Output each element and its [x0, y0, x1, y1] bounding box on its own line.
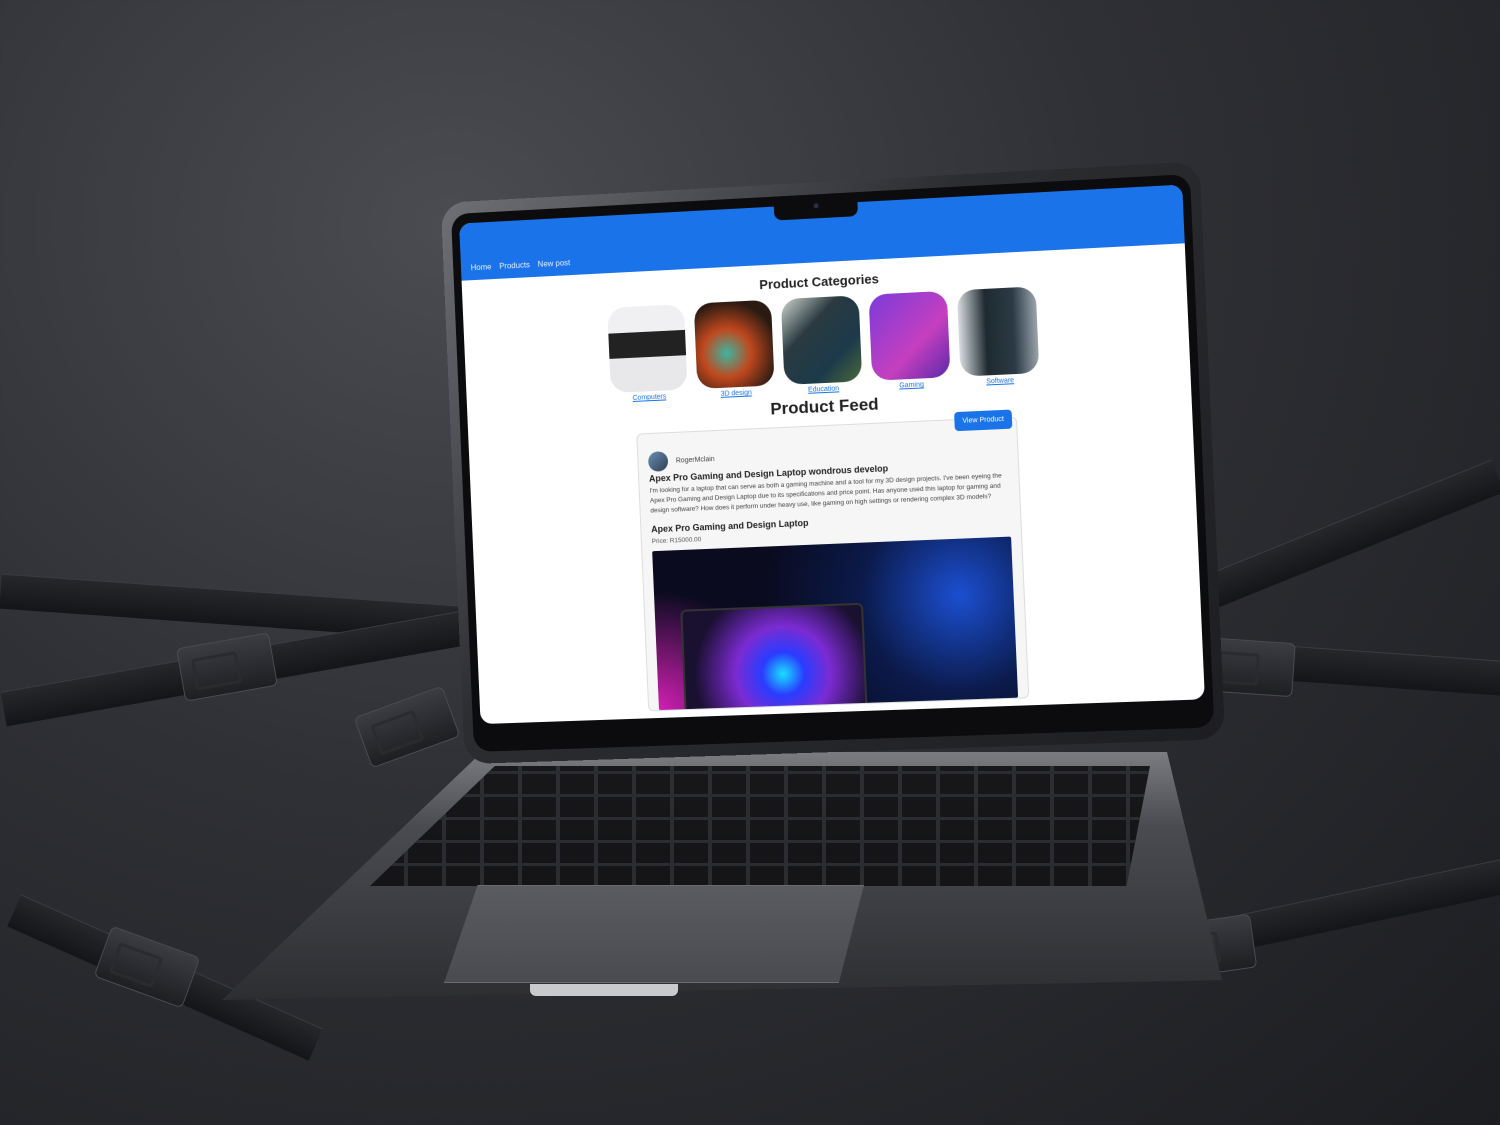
- nav-products-link[interactable]: Products: [499, 260, 530, 270]
- background-strap: [1185, 459, 1500, 616]
- computers-thumbnail[interactable]: [607, 304, 688, 394]
- category-label[interactable]: Education: [808, 385, 839, 393]
- laptop-bezel: Home Products New post Product Categorie…: [450, 174, 1215, 752]
- category-software[interactable]: Software: [956, 286, 1040, 386]
- view-product-button[interactable]: View Product: [953, 409, 1013, 432]
- category-computers[interactable]: Computers: [607, 304, 688, 403]
- education-thumbnail[interactable]: [780, 295, 863, 385]
- category-label[interactable]: Software: [986, 377, 1014, 385]
- category-label[interactable]: 3D design: [721, 389, 753, 397]
- camera-notch: [773, 192, 859, 221]
- laptop-front-notch: [530, 984, 678, 996]
- category-gaming[interactable]: Gaming: [868, 290, 951, 391]
- laptop-trackpad: [444, 885, 864, 983]
- category-label[interactable]: Gaming: [899, 381, 924, 389]
- avatar[interactable]: [647, 451, 669, 472]
- category-label[interactable]: Computers: [632, 393, 666, 402]
- 3d-design-thumbnail[interactable]: [693, 299, 775, 390]
- strap-buckle: [93, 925, 201, 1009]
- laptop-lid: Home Products New post Product Categorie…: [440, 161, 1226, 765]
- laptop-screen: Home Products New post Product Categorie…: [459, 184, 1205, 725]
- product-image[interactable]: [652, 536, 1019, 711]
- category-education[interactable]: Education: [780, 295, 863, 395]
- software-thumbnail[interactable]: [956, 286, 1040, 377]
- author-name[interactable]: RogerMclain: [676, 455, 715, 464]
- strap-buckle: [353, 685, 461, 769]
- nav-new-post-link[interactable]: New post: [538, 258, 571, 269]
- product-image-laptop: [680, 602, 868, 711]
- keyboard-rows: [370, 766, 1150, 886]
- gaming-thumbnail[interactable]: [868, 290, 951, 381]
- post-card: View Product RogerMclain Apex Pro Gaming…: [636, 409, 1030, 712]
- category-3d-design[interactable]: 3D design: [693, 299, 775, 399]
- strap-buckle: [176, 632, 278, 702]
- nav-home-link[interactable]: Home: [471, 262, 492, 272]
- camera-icon: [813, 203, 819, 209]
